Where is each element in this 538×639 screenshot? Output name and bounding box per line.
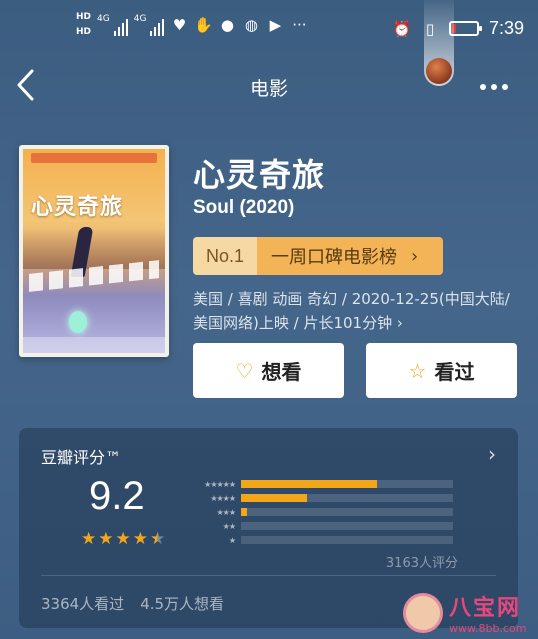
distribution-stars-label: ★★ (222, 521, 236, 531)
signal-icon-1: 4G (97, 14, 128, 36)
wechat-icon: ● (220, 16, 234, 34)
watched-button[interactable]: ☆ 看过 (366, 343, 517, 398)
rating-score: 9.2 (89, 474, 145, 518)
status-right: ⏰ ▯ 7:39 (393, 18, 524, 39)
rating-distribution-row: ★★ (185, 520, 460, 532)
divider (41, 575, 496, 576)
movie-title: 心灵奇旅 (193, 156, 326, 194)
distribution-stars-label: ★★★ (216, 507, 236, 517)
want-count: 4.5万人想看 (140, 595, 225, 613)
video-app-icon: ▶ (269, 16, 282, 34)
distribution-stars-label: ★★★★★ (204, 479, 236, 489)
distribution-bar-fill (241, 508, 248, 516)
star-outline-icon: ☆ (408, 358, 427, 383)
rating-distribution-row: ★ (185, 534, 460, 546)
more-dot-icon (491, 84, 497, 90)
watch-counts: 3364人看过 4.5万人想看 (41, 593, 224, 614)
more-dot-icon (480, 84, 486, 90)
rank-list-name: 一周口碑电影榜 › (257, 237, 443, 275)
poster-image: 心灵奇旅 (23, 149, 165, 353)
distribution-bar (241, 536, 453, 544)
more-notifications-icon: ··· (292, 16, 307, 34)
chevron-right-icon[interactable]: › (488, 442, 496, 466)
rating-distribution-row: ★★★ (185, 506, 460, 518)
hd-indicator-1: HD (76, 12, 92, 22)
distribution-bar-fill (241, 480, 377, 488)
rank-badge[interactable]: No.1 一周口碑电影榜 › (193, 237, 443, 275)
more-button[interactable] (480, 84, 508, 90)
more-dot-icon (502, 84, 508, 90)
network-type-1: 4G (97, 14, 110, 24)
hand-icon: ✋ (194, 16, 213, 34)
star-full-icon: ★ (98, 529, 114, 549)
distribution-stars-label: ★★★★ (210, 493, 236, 503)
page-title: 电影 (249, 78, 288, 100)
star-full-icon: ★ (132, 529, 148, 549)
status-left: HD HD 4G 4G ♥ ✋ ● ◍ ▶ ··· (76, 12, 308, 38)
distribution-bar-fill (241, 494, 307, 502)
distribution-bar (241, 508, 453, 516)
rating-stars: ★ ★ ★ ★ ★ (81, 529, 165, 549)
poster-title-art: 心灵奇旅 (31, 194, 124, 220)
watermark-logo-icon (403, 592, 443, 633)
want-to-watch-label: 想看 (261, 360, 302, 384)
star-half-icon: ★ (150, 529, 166, 549)
distribution-bar (241, 480, 453, 488)
rater-count: 3163人评分 (385, 556, 458, 571)
heart-plus-icon: ♡ (235, 358, 254, 383)
movie-poster[interactable]: 心灵奇旅 (19, 145, 169, 357)
watched-label: 看过 (434, 360, 475, 384)
health-heart-icon: ♥ (172, 16, 187, 34)
star-full-icon: ★ (81, 529, 97, 549)
rank-list-label: 一周口碑电影榜 (271, 247, 397, 268)
seen-count: 3364人看过 (41, 595, 125, 613)
chevron-right-icon: › (411, 245, 419, 267)
network-type-2: 4G (133, 14, 147, 24)
watermark-name: 八宝网 (449, 596, 522, 621)
rating-heading: 豆瓣评分™ (41, 448, 122, 467)
movie-original-title: Soul (2020) (193, 197, 295, 218)
watermark-url: www.8bb.com (449, 622, 527, 635)
want-to-watch-button[interactable]: ♡ 想看 (193, 343, 344, 398)
alarm-icon: ⏰ (392, 19, 412, 38)
clock: 7:39 (488, 18, 524, 38)
site-watermark: 八宝网 www.8bb.com (403, 590, 526, 635)
distribution-bar (241, 494, 453, 502)
rank-number: No.1 (193, 237, 257, 275)
hd-indicator-2: HD (76, 27, 92, 37)
rating-distribution: ★★★★★ ★★★★ ★★★ ★★ ★ (185, 478, 460, 548)
rating-distribution-row: ★★★★★ (185, 478, 460, 490)
distribution-stars-label: ★ (228, 535, 236, 545)
star-full-icon: ★ (115, 529, 131, 549)
hd-indicators: HD HD (76, 12, 91, 38)
distribution-bar (241, 522, 453, 530)
movie-meta[interactable]: 美国 / 喜剧 动画 奇幻 / 2020-12-25(中国大陆/美国网络)上映 … (193, 287, 518, 335)
status-bar: HD HD 4G 4G ♥ ✋ ● ◍ ▶ ··· ⏰ ▯ 7:39 (0, 0, 538, 56)
signal-icon-2: 4G (134, 14, 165, 36)
message-icon: ◍ (244, 16, 258, 34)
rating-distribution-row: ★★★★ (185, 492, 460, 504)
